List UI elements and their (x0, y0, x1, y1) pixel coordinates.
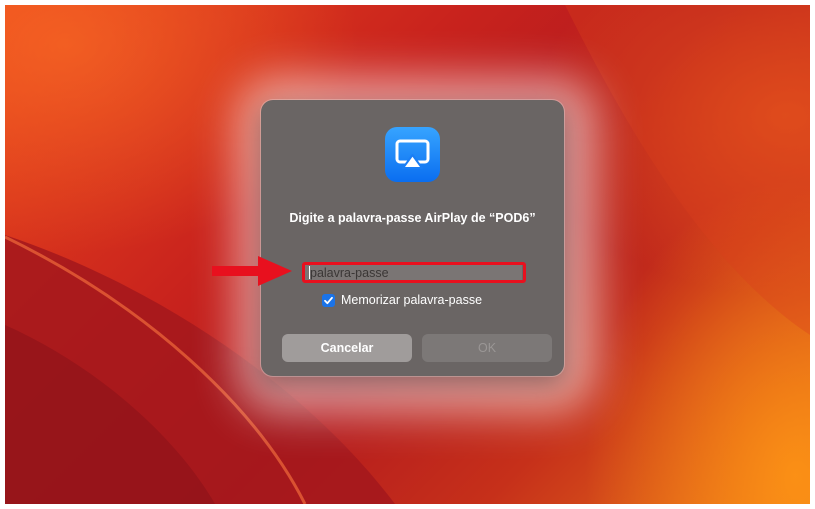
password-field-highlight (302, 262, 526, 283)
remember-password-row[interactable]: Memorizar palavra-passe (322, 292, 482, 308)
checkmark-icon (324, 296, 333, 304)
red-arrow-icon (212, 256, 292, 286)
ok-button[interactable]: OK (422, 334, 552, 362)
airplay-icon (385, 127, 440, 182)
airplay-password-dialog: Digite a palavra-passe AirPlay de “POD6”… (261, 100, 564, 376)
cancel-button[interactable]: Cancelar (282, 334, 412, 362)
remember-password-label: Memorizar palavra-passe (341, 293, 483, 307)
remember-password-checkbox[interactable] (322, 293, 335, 307)
desktop: Digite a palavra-passe AirPlay de “POD6”… (5, 5, 810, 504)
dialog-title: Digite a palavra-passe AirPlay de “POD6” (289, 211, 536, 225)
